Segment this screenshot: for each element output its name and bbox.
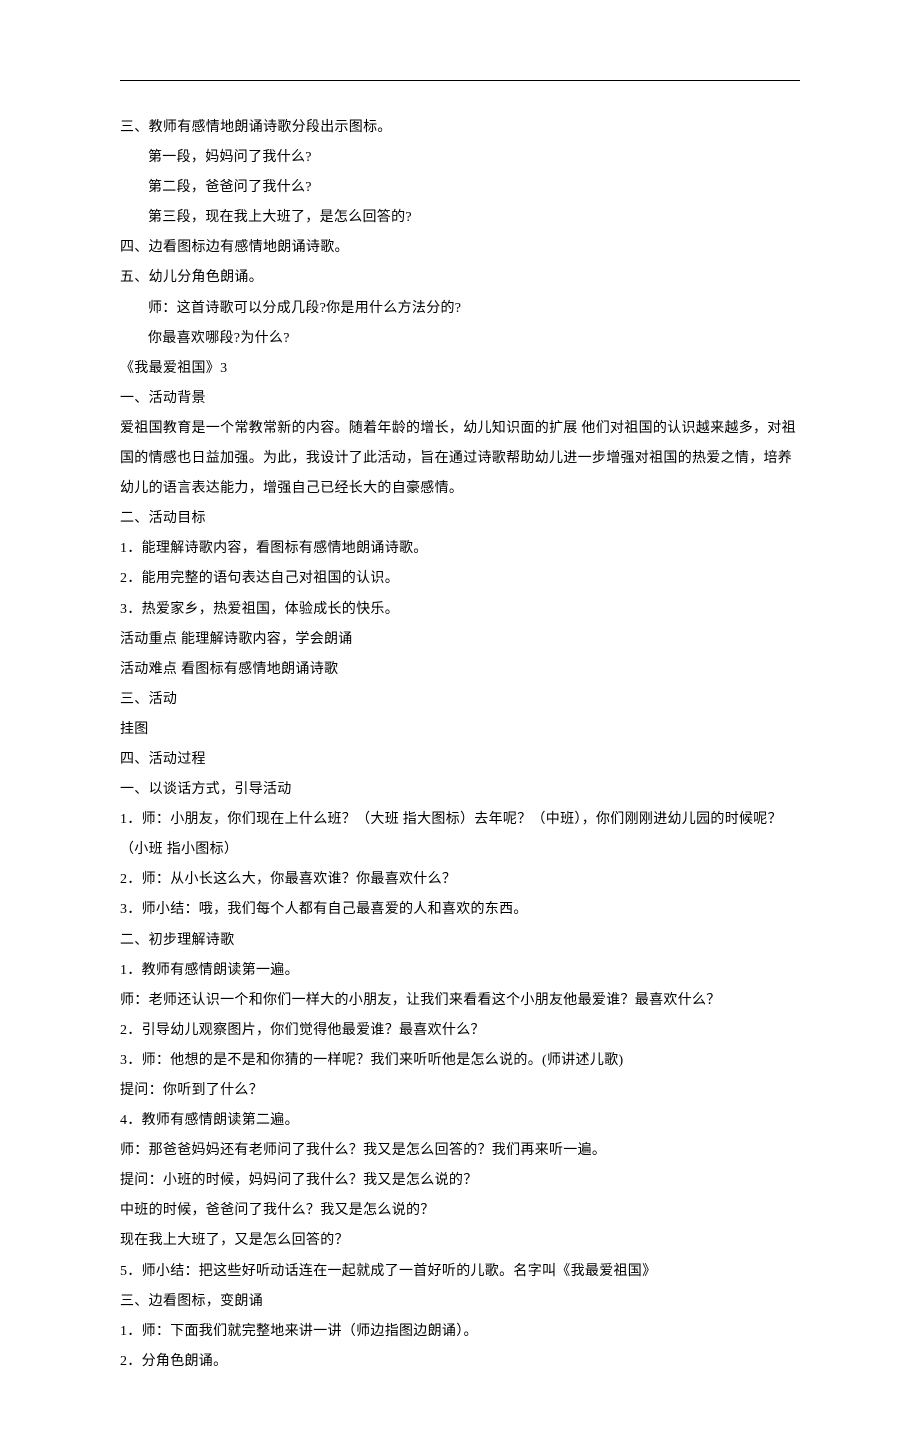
text-line: 现在我上大班了，又是怎么回答的？	[120, 1226, 800, 1256]
text-line: 第二段，爸爸问了我什么?	[120, 173, 800, 203]
text-line: 二、初步理解诗歌	[120, 926, 800, 956]
text-line: 2．引导幼儿观察图片，你们觉得他最爱谁？最喜欢什么？	[120, 1016, 800, 1046]
text-line: 五、幼儿分角色朗诵。	[120, 263, 800, 293]
text-line: 1．教师有感情朗读第一遍。	[120, 956, 800, 986]
text-line: 1．师：下面我们就完整地来讲一讲（师边指图边朗诵）。	[120, 1317, 800, 1347]
text-line: 第一段，妈妈问了我什么?	[120, 143, 800, 173]
text-line: 师：那爸爸妈妈还有老师问了我什么？我又是怎么回答的？我们再来听一遍。	[120, 1136, 800, 1166]
text-line: 3．热爱家乡，热爱祖国，体验成长的快乐。	[120, 595, 800, 625]
text-line: 中班的时候，爸爸问了我什么？我又是怎么说的？	[120, 1196, 800, 1226]
text-line: 挂图	[120, 715, 800, 745]
text-line: 2．能用完整的语句表达自己对祖国的认识。	[120, 564, 800, 594]
text-line: 四、活动过程	[120, 745, 800, 775]
text-line: 2．师：从小长这么大，你最喜欢谁？你最喜欢什么？	[120, 865, 800, 895]
text-line: 活动难点 看图标有感情地朗诵诗歌	[120, 655, 800, 685]
text-line: 一、活动背景	[120, 384, 800, 414]
text-line: 三、活动	[120, 685, 800, 715]
text-line: 四、边看图标边有感情地朗诵诗歌。	[120, 233, 800, 263]
text-line: 一、以谈话方式，引导活动	[120, 775, 800, 805]
text-line: 师：老师还认识一个和你们一样大的小朋友，让我们来看看这个小朋友他最爱谁？最喜欢什…	[120, 986, 800, 1016]
text-line: 《我最爱祖国》3	[120, 354, 800, 384]
document-page: 三、教师有感情地朗诵诗歌分段出示图标。第一段，妈妈问了我什么?第二段，爸爸问了我…	[0, 0, 920, 1437]
text-line: 5．师小结：把这些好听动话连在一起就成了一首好听的儿歌。名字叫《我最爱祖国》	[120, 1257, 800, 1287]
text-line: 师：这首诗歌可以分成几段?你是用什么方法分的?	[120, 294, 800, 324]
text-line: 第三段，现在我上大班了，是怎么回答的?	[120, 203, 800, 233]
text-line: 1．能理解诗歌内容，看图标有感情地朗诵诗歌。	[120, 534, 800, 564]
text-line: 4．教师有感情朗读第二遍。	[120, 1106, 800, 1136]
text-line: 2．分角色朗诵。	[120, 1347, 800, 1377]
text-line: 3．师小结：哦，我们每个人都有自己最喜爱的人和喜欢的东西。	[120, 895, 800, 925]
text-line: 1．师：小朋友，你们现在上什么班？（大班 指大图标）去年呢？（中班），你们刚刚进…	[120, 805, 800, 865]
text-line: 提问：小班的时候，妈妈问了我什么？我又是怎么说的？	[120, 1166, 800, 1196]
text-line: 3．师：他想的是不是和你猜的一样呢？我们来听听他是怎么说的。(师讲述儿歌)	[120, 1046, 800, 1076]
text-line: 提问：你听到了什么？	[120, 1076, 800, 1106]
text-line: 爱祖国教育是一个常教常新的内容。随着年龄的增长，幼儿知识面的扩展 他们对祖国的认…	[120, 414, 800, 504]
top-divider	[120, 80, 800, 81]
text-line: 活动重点 能理解诗歌内容，学会朗诵	[120, 625, 800, 655]
text-line: 二、活动目标	[120, 504, 800, 534]
document-content: 三、教师有感情地朗诵诗歌分段出示图标。第一段，妈妈问了我什么?第二段，爸爸问了我…	[120, 113, 800, 1377]
text-line: 三、教师有感情地朗诵诗歌分段出示图标。	[120, 113, 800, 143]
text-line: 你最喜欢哪段?为什么?	[120, 324, 800, 354]
